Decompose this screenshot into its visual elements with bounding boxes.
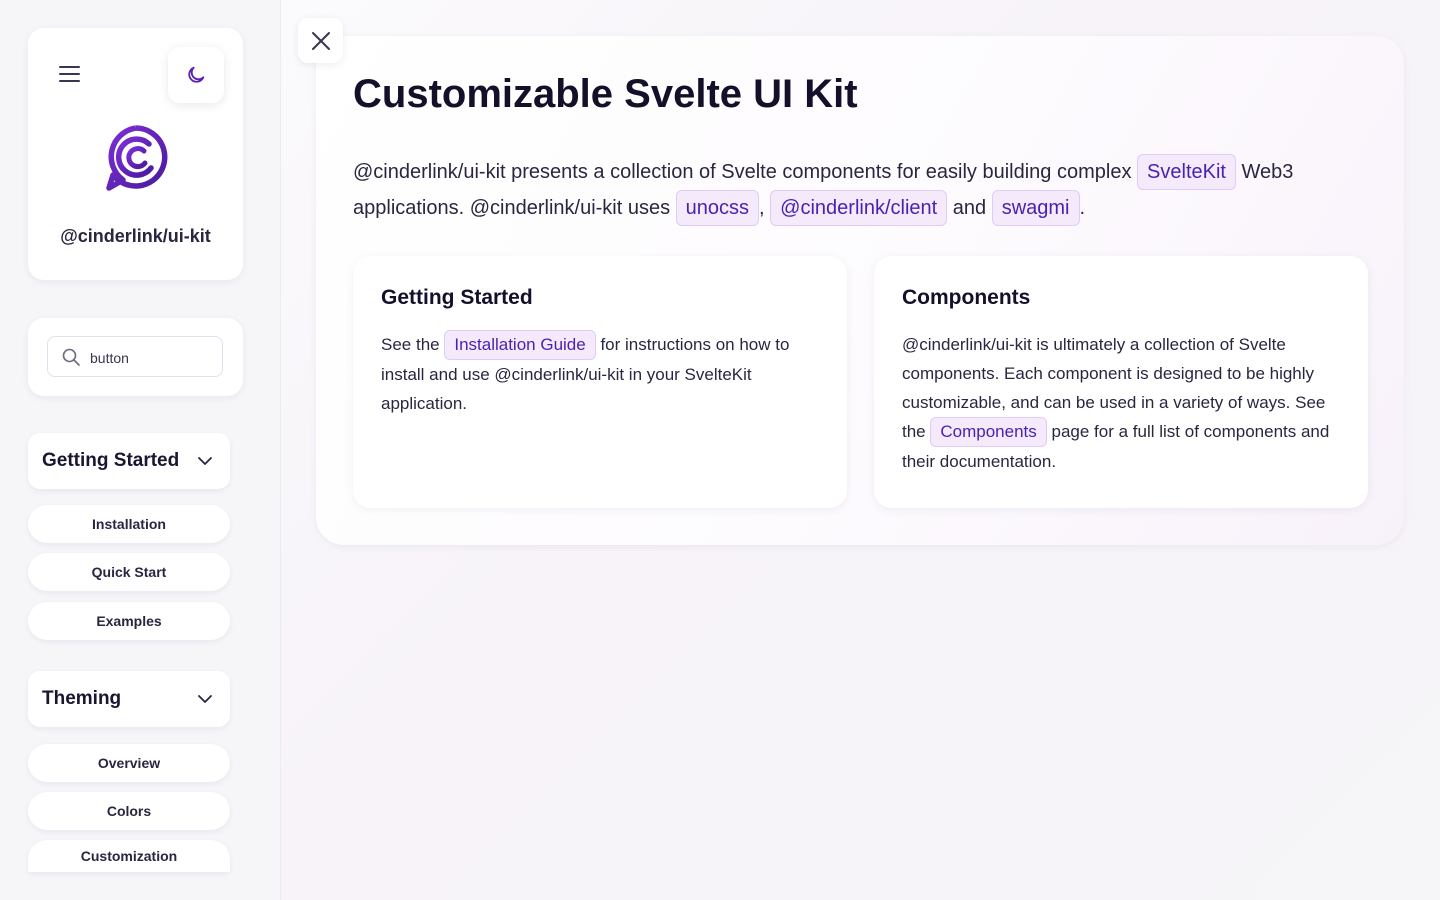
link-cinderlink-client[interactable]: @cinderlink/client bbox=[770, 190, 948, 226]
lead-period: . bbox=[1079, 197, 1086, 219]
menu-button[interactable] bbox=[52, 56, 88, 92]
nav-section-title: Theming bbox=[42, 688, 122, 709]
search-card bbox=[28, 318, 243, 396]
brand-card: @cinderlink/ui-kit bbox=[28, 28, 243, 280]
nav-item-customization[interactable]: Customization bbox=[28, 840, 230, 872]
getting-started-card: Getting Started See the Installation Gui… bbox=[353, 256, 847, 508]
lead-comma: , bbox=[759, 197, 765, 219]
nav-section-title: Getting Started bbox=[42, 450, 180, 471]
sidebar: @cinderlink/ui-kit Getting Started Insta… bbox=[0, 0, 281, 900]
theme-toggle-button[interactable] bbox=[168, 47, 224, 103]
link-swagmi[interactable]: swagmi bbox=[991, 190, 1080, 226]
link-sveltekit[interactable]: SvelteKit bbox=[1137, 154, 1236, 190]
nav-item-quick-start[interactable]: Quick Start bbox=[28, 553, 230, 591]
card-text: See the bbox=[381, 335, 440, 354]
search-box[interactable] bbox=[47, 336, 223, 378]
close-icon bbox=[311, 31, 330, 50]
components-card: Components @cinderlink/ui-kit is ultimat… bbox=[874, 256, 1368, 508]
hero-description: @cinderlink/ui-kit presents a collection… bbox=[353, 154, 1363, 226]
link-installation-guide[interactable]: Installation Guide bbox=[444, 330, 596, 360]
chevron-down-icon bbox=[198, 694, 212, 703]
nav-item-installation[interactable]: Installation bbox=[28, 505, 230, 543]
nav-item-examples[interactable]: Examples bbox=[28, 602, 230, 640]
link-unocss[interactable]: unocss bbox=[675, 190, 760, 226]
components-title: Components bbox=[902, 286, 1031, 309]
cinderlink-logo-icon bbox=[106, 125, 168, 191]
search-icon bbox=[62, 348, 80, 366]
components-text: @cinderlink/ui-kit is ultimately a colle… bbox=[902, 330, 1347, 476]
nav-item-colors[interactable]: Colors bbox=[28, 792, 230, 830]
chevron-down-icon bbox=[198, 456, 212, 465]
link-components[interactable]: Components bbox=[930, 417, 1047, 447]
lead-and: and bbox=[952, 197, 987, 219]
nav-section-getting-started[interactable]: Getting Started bbox=[28, 433, 230, 489]
getting-started-title: Getting Started bbox=[381, 286, 533, 309]
search-input[interactable] bbox=[88, 337, 222, 378]
moon-icon bbox=[188, 66, 205, 83]
menu-icon bbox=[59, 66, 80, 82]
lead-text: @cinderlink/ui-kit presents a collection… bbox=[353, 161, 1132, 183]
hero-card: Customizable Svelte UI Kit @cinderlink/u… bbox=[316, 36, 1404, 545]
close-button[interactable] bbox=[298, 18, 343, 63]
nav-section-theming[interactable]: Theming bbox=[28, 671, 230, 727]
page-title: Customizable Svelte UI Kit bbox=[353, 72, 858, 116]
nav-item-overview[interactable]: Overview bbox=[28, 744, 230, 782]
getting-started-text: See the Installation Guide for instructi… bbox=[381, 330, 826, 418]
brand-name: @cinderlink/ui-kit bbox=[60, 226, 211, 246]
